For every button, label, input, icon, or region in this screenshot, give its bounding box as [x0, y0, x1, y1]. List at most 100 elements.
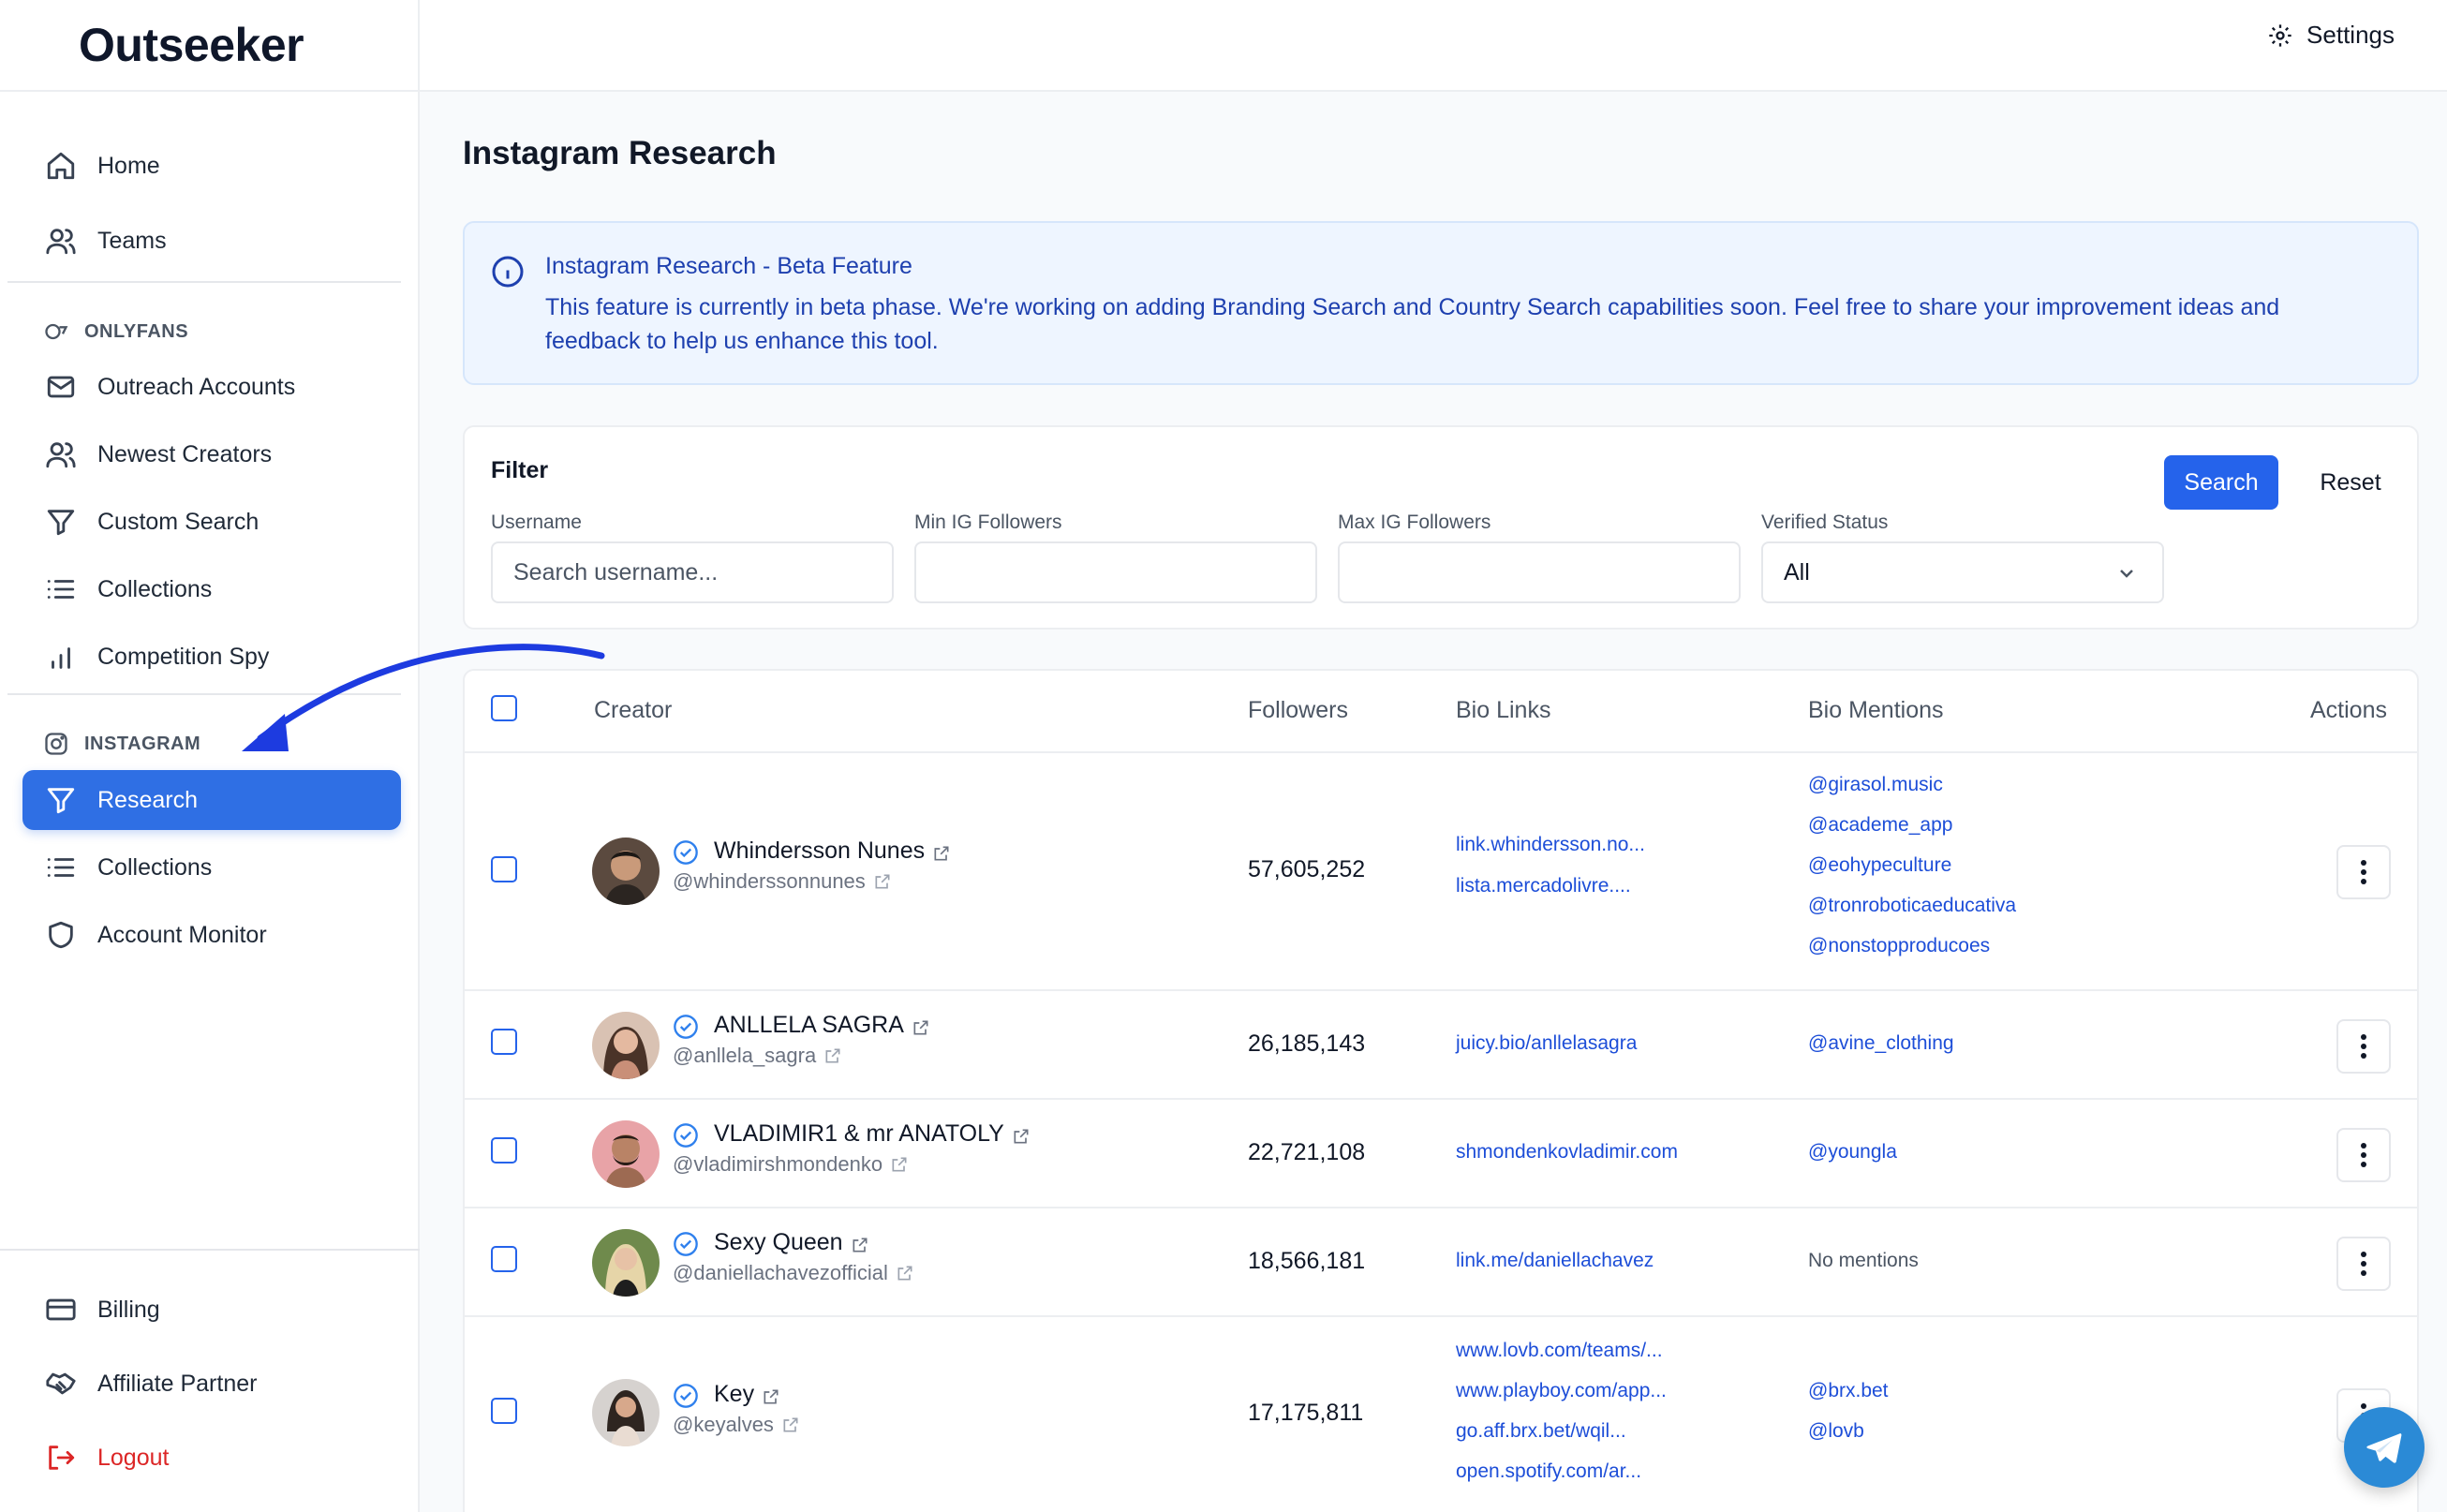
- sidebar-item-research[interactable]: Research: [22, 770, 401, 830]
- avatar[interactable]: [592, 1012, 660, 1079]
- creator-handle-link[interactable]: @daniellachavezofficial: [673, 1261, 914, 1285]
- sidebar-item-label: Home: [97, 152, 160, 179]
- creator-handle-link[interactable]: @whinderssonnunes: [673, 869, 892, 894]
- bio-mention[interactable]: @lovb: [1808, 1420, 1864, 1443]
- external-link-icon: [896, 1264, 914, 1282]
- list-icon: [45, 573, 77, 605]
- bio-link[interactable]: juicy.bio/anllelasagra: [1456, 1032, 1637, 1055]
- section-onlyfans: ONLYFANS: [43, 319, 188, 345]
- handshake-icon: [45, 1368, 77, 1400]
- avatar[interactable]: [592, 1120, 660, 1188]
- row-actions-button[interactable]: [2336, 1019, 2391, 1074]
- bio-mention[interactable]: @brx.bet: [1808, 1380, 1889, 1402]
- sidebar-item-account-monitor[interactable]: Account Monitor: [22, 905, 401, 965]
- creator-handle-link[interactable]: @keyalves: [673, 1413, 800, 1437]
- creator-name-link[interactable]: ANLLELA SAGRA: [714, 1012, 930, 1039]
- column-header-bio-mentions: Bio Mentions: [1808, 697, 1944, 723]
- sidebar-item-custom-search[interactable]: Custom Search: [22, 492, 401, 552]
- sidebar-item-label: Collections: [97, 853, 213, 881]
- table-row: ANLLELA SAGRA @anllela_sagra 26,185,143 …: [465, 989, 2417, 1098]
- external-link-icon: [823, 1046, 842, 1065]
- row-checkbox[interactable]: [491, 1137, 517, 1164]
- bio-link[interactable]: open.spotify.com/ar...: [1456, 1460, 1641, 1483]
- row-checkbox[interactable]: [491, 1246, 517, 1272]
- row-checkbox[interactable]: [491, 856, 517, 882]
- creator-name-link[interactable]: Key: [714, 1381, 780, 1408]
- verified-status-select[interactable]: All: [1761, 541, 2164, 603]
- settings-button[interactable]: Settings: [2267, 21, 2395, 50]
- bio-link[interactable]: shmondenkovladimir.com: [1456, 1141, 1678, 1164]
- bio-mention[interactable]: @eohypeculture: [1808, 854, 1951, 877]
- sidebar-item-newest-creators[interactable]: Newest Creators: [22, 424, 401, 484]
- avatar[interactable]: [592, 1379, 660, 1446]
- max-followers-input[interactable]: [1338, 541, 1741, 603]
- bio-link[interactable]: link.whindersson.no...: [1456, 834, 1645, 856]
- creator-name: ANLLELA SAGRA: [714, 1012, 904, 1038]
- column-header-followers[interactable]: Followers: [1248, 697, 1348, 724]
- sidebar-item-collections-onlyfans[interactable]: Collections: [22, 559, 401, 619]
- more-vertical-icon: [2361, 1034, 2366, 1059]
- sidebar-item-billing[interactable]: Billing: [22, 1280, 401, 1340]
- bio-link[interactable]: www.lovb.com/teams/...: [1456, 1340, 1663, 1362]
- creator-name: Whindersson Nunes: [714, 838, 926, 864]
- shield-icon: [45, 919, 77, 951]
- creator-handle: @anllela_sagra: [673, 1044, 817, 1067]
- creator-handle: @keyalves: [673, 1413, 774, 1436]
- min-followers-input[interactable]: [914, 541, 1317, 603]
- sidebar-item-competition-spy[interactable]: Competition Spy: [22, 627, 401, 687]
- bio-link[interactable]: lista.mercadolivre....: [1456, 875, 1631, 897]
- row-checkbox[interactable]: [491, 1398, 517, 1424]
- bio-mention[interactable]: @tronroboticaeducativa: [1808, 895, 2016, 917]
- column-header-creator[interactable]: Creator: [594, 697, 672, 724]
- creator-name-link[interactable]: VLADIMIR1 & mr ANATOLY: [714, 1120, 1031, 1148]
- sidebar-item-teams[interactable]: Teams: [22, 211, 401, 271]
- sidebar-item-home[interactable]: Home: [22, 136, 401, 196]
- sidebar-item-logout[interactable]: Logout: [22, 1428, 401, 1488]
- row-actions-button[interactable]: [2336, 1237, 2391, 1291]
- row-actions-button[interactable]: [2336, 1128, 2391, 1182]
- bio-link[interactable]: link.me/daniellachavez: [1456, 1250, 1654, 1272]
- row-checkbox[interactable]: [491, 1029, 517, 1055]
- verified-icon: [673, 839, 699, 866]
- bio-mention[interactable]: @academe_app: [1808, 814, 1952, 837]
- bio-mention[interactable]: @avine_clothing: [1808, 1032, 1954, 1055]
- users-icon: [45, 225, 77, 257]
- external-link-icon: [912, 1016, 930, 1035]
- bio-link[interactable]: go.aff.brx.bet/wqil...: [1456, 1420, 1626, 1443]
- no-mentions-text: No mentions: [1808, 1250, 1919, 1271]
- creator-handle: @vladimirshmondenko: [673, 1152, 883, 1176]
- select-all-checkbox[interactable]: [491, 695, 517, 721]
- min-followers-label: Min IG Followers: [914, 511, 1062, 533]
- followers-count: 57,605,252: [1248, 856, 1366, 882]
- reset-button[interactable]: Reset: [2299, 455, 2402, 510]
- search-button[interactable]: Search: [2164, 455, 2278, 510]
- bar-chart-icon: [45, 641, 77, 673]
- creator-name-link[interactable]: Whindersson Nunes: [714, 838, 951, 865]
- telegram-support-button[interactable]: [2344, 1407, 2425, 1488]
- bio-mention[interactable]: @nonstopproducoes: [1808, 935, 1990, 957]
- bio-link[interactable]: www.playboy.com/app...: [1456, 1380, 1667, 1402]
- mail-icon: [45, 371, 77, 403]
- sidebar-item-collections-instagram[interactable]: Collections: [22, 838, 401, 897]
- sidebar-item-outreach-accounts[interactable]: Outreach Accounts: [22, 357, 401, 417]
- creator-handle-link[interactable]: @anllela_sagra: [673, 1044, 842, 1068]
- more-vertical-icon: [2361, 1252, 2366, 1276]
- logo[interactable]: Outseeker: [0, 0, 418, 92]
- logo-text: Outseeker: [79, 19, 304, 71]
- bio-mention[interactable]: @girasol.music: [1808, 774, 1943, 796]
- sidebar-item-affiliate-partner[interactable]: Affiliate Partner: [22, 1354, 401, 1414]
- column-header-bio-links: Bio Links: [1456, 697, 1551, 723]
- avatar[interactable]: [592, 1229, 660, 1297]
- creator-name-link[interactable]: Sexy Queen: [714, 1229, 869, 1256]
- creator-handle-link[interactable]: @vladimirshmondenko: [673, 1152, 909, 1177]
- bio-mention[interactable]: @youngla: [1808, 1141, 1897, 1164]
- avatar[interactable]: [592, 838, 660, 905]
- sidebar-item-label: Collections: [97, 575, 213, 602]
- username-input[interactable]: [491, 541, 894, 603]
- external-link-icon: [851, 1234, 869, 1253]
- row-actions-button[interactable]: [2336, 845, 2391, 899]
- verified-icon: [673, 1231, 699, 1257]
- external-link-icon: [873, 872, 892, 891]
- external-link-icon: [1012, 1125, 1031, 1144]
- sidebar-item-label: Teams: [97, 227, 167, 254]
